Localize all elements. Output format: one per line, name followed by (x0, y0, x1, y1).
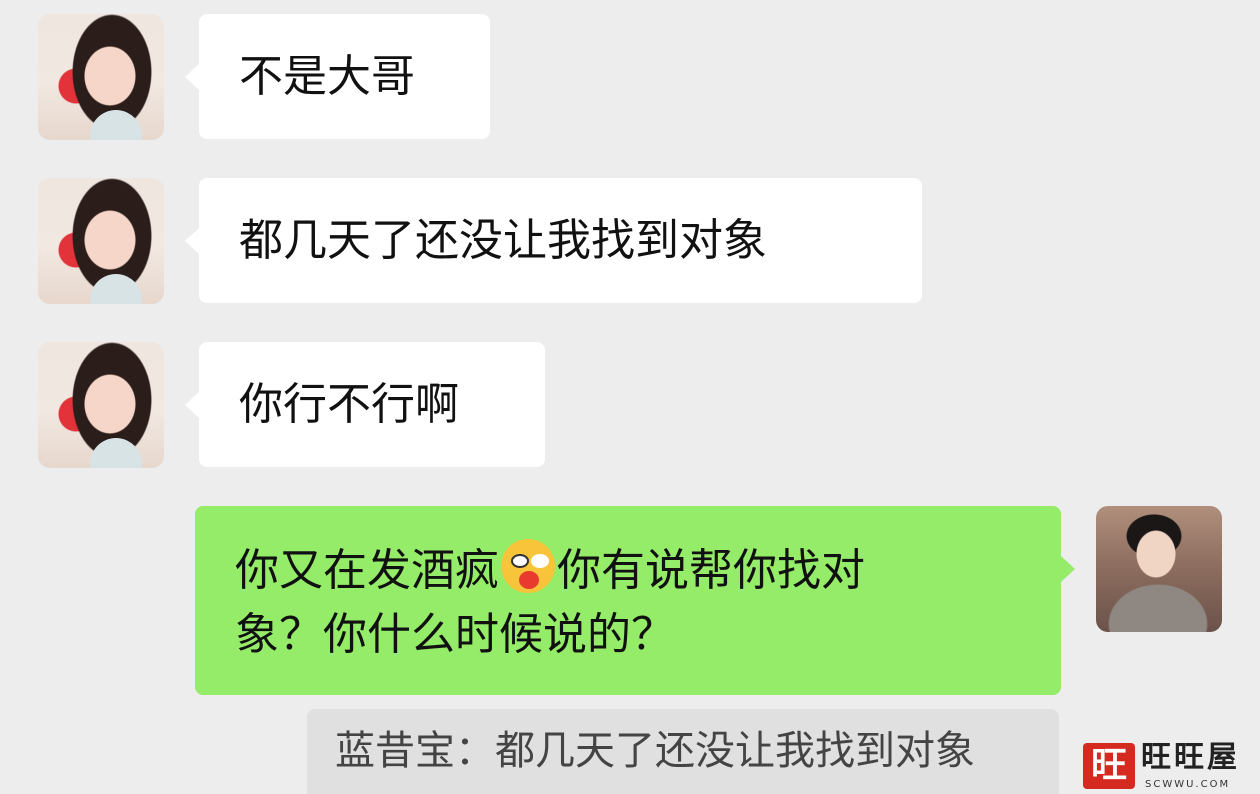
message-text: 都几天了还没让我找到对象 (239, 215, 767, 266)
sender-avatar[interactable] (38, 14, 164, 140)
incoming-message-bubble[interactable]: 都几天了还没让我找到对象 (185, 178, 922, 303)
message-line-1: 你又在发酒疯 你有说帮你找对 (235, 539, 1021, 603)
my-avatar[interactable] (1096, 506, 1222, 632)
drooling-face-emoji-icon (501, 539, 555, 593)
message-text: 不是大哥 (239, 51, 415, 102)
watermark-badge: 旺 (1083, 743, 1135, 789)
sender-avatar[interactable] (38, 178, 164, 304)
incoming-message-bubble[interactable]: 你行不行啊 (185, 342, 545, 467)
quoted-message-text: 蓝昔宝：都几天了还没让我找到对象 (335, 728, 975, 774)
incoming-message-bubble[interactable]: 不是大哥 (185, 14, 490, 139)
outgoing-message-bubble[interactable]: 你又在发酒疯 你有说帮你找对 象？你什么时候说的？ (195, 506, 1075, 695)
watermark-domain: SCWWU.COM (1145, 779, 1231, 790)
watermark-logo: 旺 旺旺屋 SCWWU.COM (1083, 740, 1260, 794)
message-line-2: 象？你什么时候说的？ (235, 609, 675, 660)
sender-avatar[interactable] (38, 342, 164, 468)
quoted-message[interactable]: 蓝昔宝：都几天了还没让我找到对象 (307, 709, 1059, 794)
message-text-part: 你有说帮你找对 (557, 545, 865, 596)
message-text-part: 你又在发酒疯 (235, 545, 499, 596)
watermark-name: 旺旺屋 (1141, 740, 1240, 775)
message-text: 你行不行啊 (239, 379, 459, 430)
